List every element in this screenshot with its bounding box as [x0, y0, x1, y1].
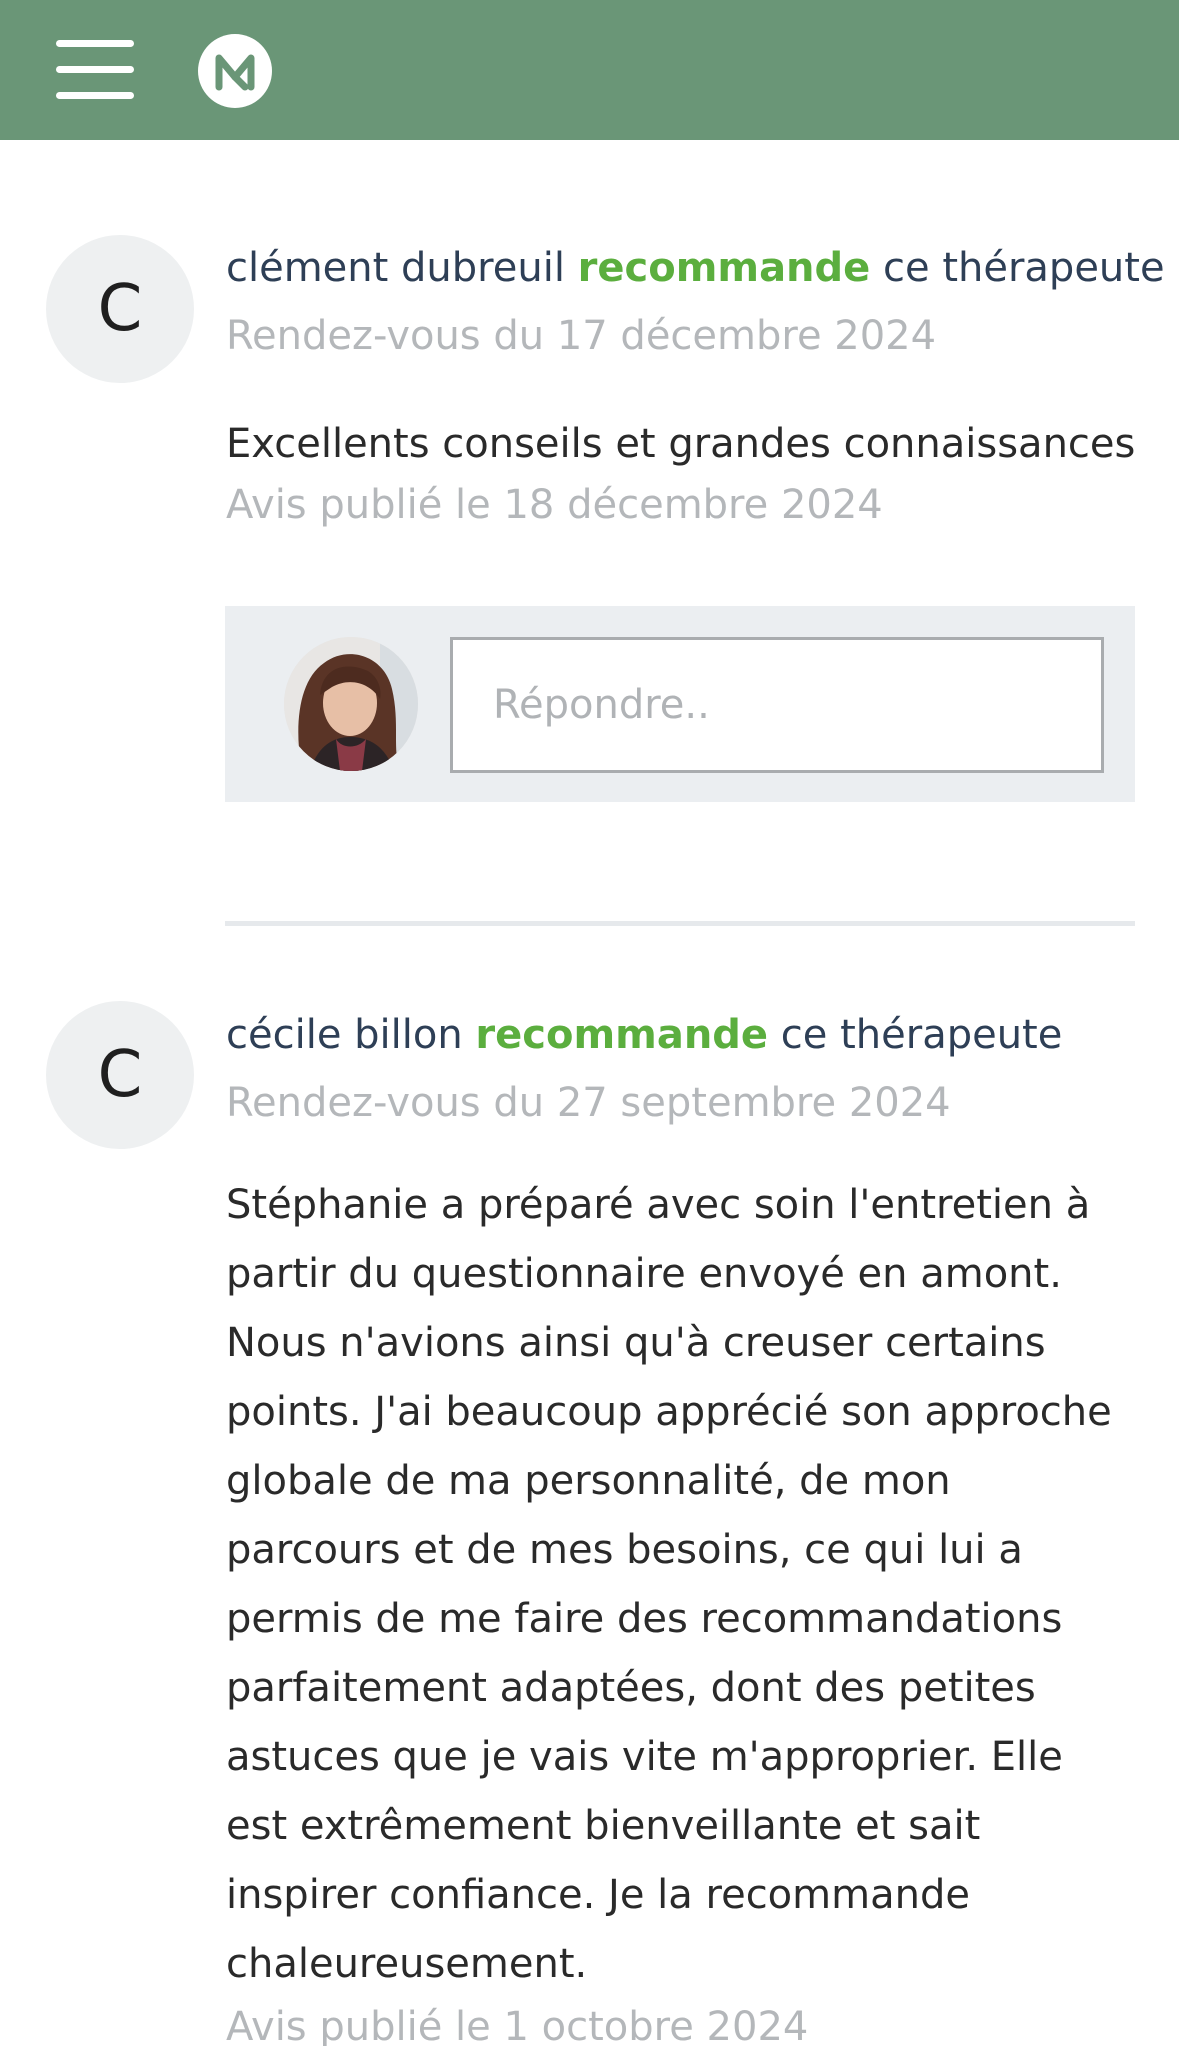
review-headline: clément dubreuil recommande ce thérapeut… [226, 240, 1165, 296]
recommend-label: recommande [475, 1012, 769, 1058]
reviewer-avatar: C [46, 235, 194, 383]
appointment-date: Rendez-vous du 27 septembre 2024 [226, 1080, 951, 1126]
review-headline: cécile billon recommande ce thérapeute [226, 1007, 1136, 1063]
published-date: Avis publié le 1 octobre 2024 [226, 2004, 809, 2046]
reply-box [225, 606, 1135, 802]
review-content: clément dubreuil recommande ce thérapeut… [226, 240, 1165, 533]
hamburger-menu-icon[interactable] [56, 40, 136, 100]
review-divider [225, 921, 1135, 926]
reviewer-name: cécile billon [226, 1012, 463, 1058]
headline-suffix: ce thérapeute [883, 245, 1165, 291]
review-text: Excellents conseils et grandes connaissa… [226, 421, 1136, 467]
therapist-avatar [284, 637, 418, 771]
published-date: Avis publié le 18 décembre 2024 [226, 482, 883, 528]
appointment-date: Rendez-vous du 17 décembre 2024 [226, 313, 937, 359]
m-logo-icon[interactable] [198, 34, 272, 108]
recommend-label: recommande [577, 245, 871, 291]
headline-suffix: ce thérapeute [780, 1012, 1063, 1058]
reply-input[interactable] [450, 637, 1104, 773]
hamburger-line [56, 66, 134, 73]
reviewer-name: clément dubreuil [226, 245, 565, 291]
hamburger-line [56, 40, 134, 47]
top-app-bar [0, 0, 1179, 140]
review-text: Stéphanie a préparé avec soin l'entretie… [226, 1182, 1112, 1987]
review-content: cécile billon recommande ce thérapeute R… [226, 1007, 1136, 2046]
reviewer-avatar: C [46, 1001, 194, 1149]
hamburger-line [56, 92, 134, 99]
